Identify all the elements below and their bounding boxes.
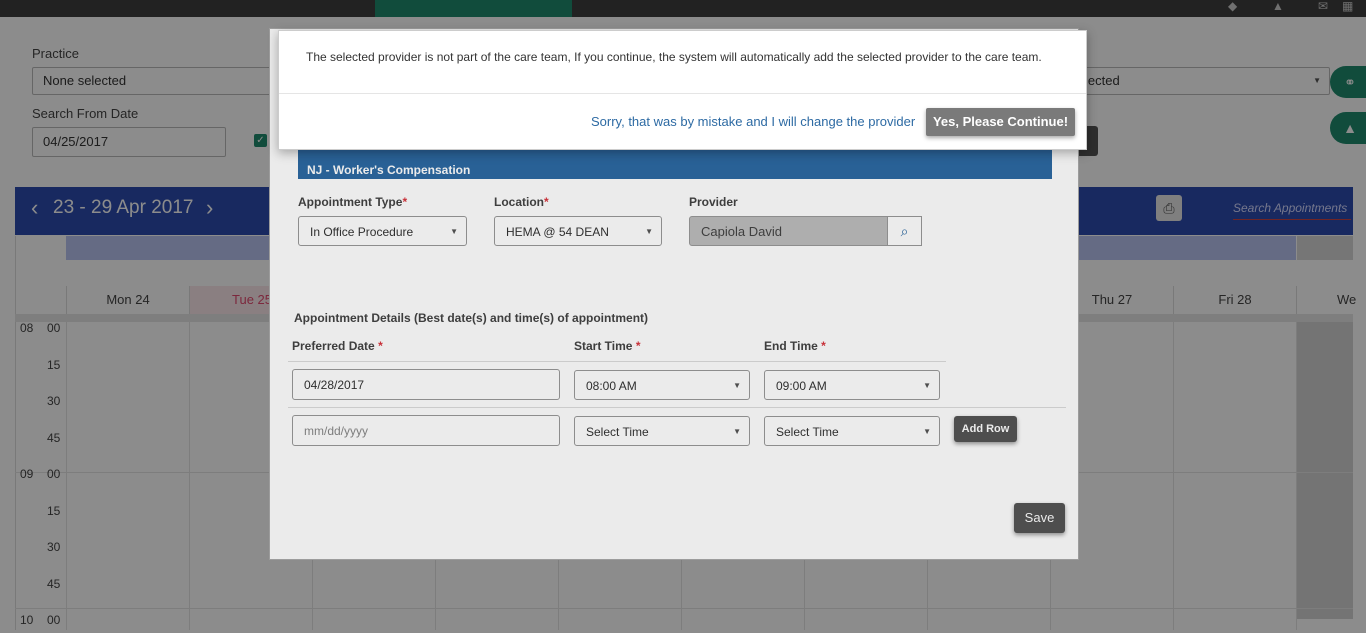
change-provider-link[interactable]: Sorry, that was by mistake and I will ch…	[591, 114, 915, 129]
continue-button[interactable]: Yes, Please Continue!	[926, 108, 1075, 136]
confirm-divider	[279, 93, 1086, 94]
confirm-message: The selected provider is not part of the…	[306, 50, 1042, 64]
confirm-dialog: The selected provider is not part of the…	[278, 30, 1087, 150]
